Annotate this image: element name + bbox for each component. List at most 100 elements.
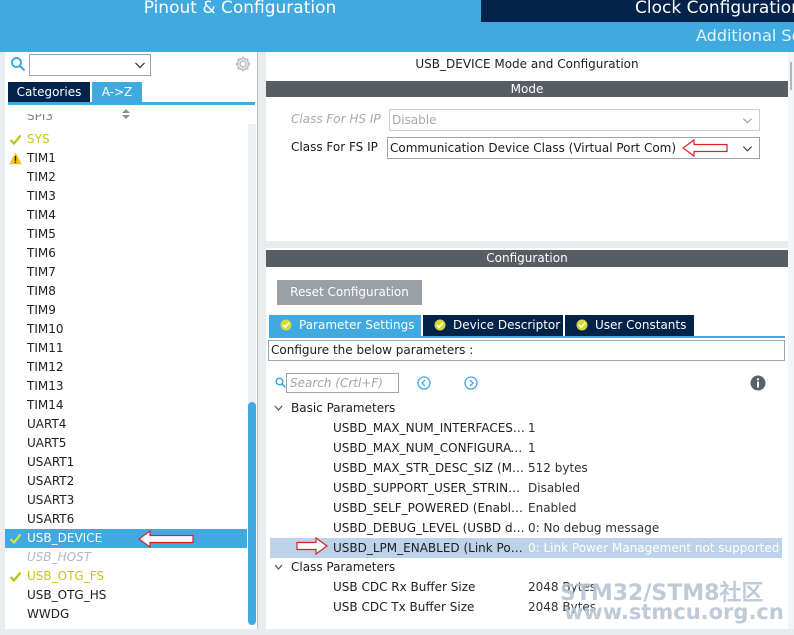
tab-user-constants[interactable]: User Constants — [565, 315, 694, 336]
mode-section-bar: Mode — [266, 81, 788, 97]
peripheral-item[interactable]: TIM13 — [5, 377, 247, 396]
parameter-group[interactable]: Class Parameters — [274, 558, 395, 576]
scroll-indicator-icon[interactable] — [789, 62, 793, 90]
chevron-down-icon[interactable] — [742, 143, 753, 154]
tab-pinout-configuration[interactable]: Pinout & Configuration — [0, 0, 480, 22]
peripheral-label: TIM7 — [27, 265, 56, 279]
check-icon — [9, 571, 22, 583]
fs-ip-label: Class For FS IP — [291, 140, 378, 154]
parameter-row[interactable]: USBD_MAX_STR_DESC_SIZ (Maximum size for … — [270, 458, 782, 478]
parameter-value[interactable]: 1 — [528, 438, 536, 458]
peripheral-item[interactable]: TIM11 — [5, 339, 247, 358]
clipped-list-item: SPI3 — [27, 114, 54, 122]
peripheral-item[interactable]: USART3 — [5, 491, 247, 510]
tab-label: User Constants — [595, 318, 687, 332]
peripheral-item[interactable]: TIM6 — [5, 244, 247, 263]
annotation-arrow-icon — [296, 537, 328, 555]
parameter-row[interactable]: USBD_MAX_NUM_CONFIGURATION (Maximum numb… — [270, 438, 782, 458]
right-scrollbar-track[interactable] — [788, 52, 794, 629]
watermark: STM32/STM8社区 www.stmcu.org.cn — [560, 575, 788, 627]
hs-ip-select[interactable]: Disable — [389, 109, 760, 131]
peripheral-item[interactable]: TIM7 — [5, 263, 247, 282]
tab-a-to-z[interactable]: A->Z — [92, 82, 142, 102]
parameter-row[interactable]: USBD_LPM_ENABLED (Link Power Management)… — [270, 538, 782, 558]
parameter-group[interactable]: Basic Parameters — [274, 399, 395, 417]
parameter-group-label: Class Parameters — [291, 560, 396, 574]
parameter-row[interactable]: USBD_MAX_NUM_INTERFACES (Maximum number … — [270, 418, 782, 438]
parameter-row[interactable]: USBD_SELF_POWERED (Enabled self power)En… — [270, 498, 782, 518]
fs-ip-value: Communication Device Class (Virtual Port… — [390, 141, 677, 155]
tab-categories[interactable]: Categories — [8, 82, 90, 102]
peripheral-search-combo[interactable] — [29, 54, 151, 76]
gear-icon[interactable] — [234, 55, 252, 73]
peripheral-item[interactable]: USB_HOST — [5, 548, 247, 567]
peripheral-item[interactable]: WWDG — [5, 605, 247, 624]
search-icon — [275, 377, 286, 388]
tab-parameter-settings[interactable]: Parameter Settings — [269, 315, 421, 336]
peripheral-label: TIM8 — [27, 284, 56, 298]
peripheral-item[interactable]: TIM2 — [5, 168, 247, 187]
peripheral-label: TIM13 — [27, 379, 64, 393]
parameter-row[interactable]: USBD_DEBUG_LEVEL (USBD debug level)0: No… — [270, 518, 782, 538]
peripheral-item[interactable]: USART1 — [5, 453, 247, 472]
peripheral-label: TIM2 — [27, 170, 56, 184]
peripheral-label: UART5 — [27, 436, 67, 450]
tab-clock-configuration[interactable]: Clock Configuration — [481, 0, 794, 22]
peripheral-item[interactable]: TIM4 — [5, 206, 247, 225]
parameter-value[interactable]: 0: Link Power Management not supported — [528, 538, 779, 558]
search-icon[interactable] — [10, 56, 26, 72]
chevron-down-icon[interactable] — [742, 115, 753, 126]
peripheral-item[interactable]: USB_OTG_HS — [5, 586, 247, 605]
tab-additional-software[interactable]: Additional Sof — [696, 26, 794, 45]
check-circle-icon — [280, 319, 292, 331]
peripheral-label: TIM1 — [27, 151, 56, 165]
parameter-name: USB CDC Rx Buffer Size — [333, 580, 476, 594]
peripheral-item[interactable]: USB_OTG_FS — [5, 567, 247, 586]
parameter-value[interactable]: 1 — [528, 418, 536, 438]
peripheral-label: SYS — [27, 132, 50, 146]
reset-configuration-button[interactable]: Reset Configuration — [277, 280, 422, 305]
parameter-name: USB CDC Tx Buffer Size — [333, 600, 475, 614]
tab-device-descriptor[interactable]: Device Descriptor — [423, 315, 563, 336]
sort-arrows-icon[interactable] — [121, 108, 131, 120]
list-scrollbar-thumb[interactable] — [248, 402, 256, 625]
parameter-name: USBD_DEBUG_LEVEL (USBD debug level) — [333, 521, 525, 535]
peripheral-item[interactable]: TIM3 — [5, 187, 247, 206]
peripheral-item[interactable]: TIM12 — [5, 358, 247, 377]
peripheral-item[interactable]: TIM14 — [5, 396, 247, 415]
tab-label: Parameter Settings — [299, 318, 415, 332]
peripheral-item[interactable]: TIM10 — [5, 320, 247, 339]
peripheral-item[interactable]: USB_DEVICE — [5, 529, 247, 548]
peripheral-item[interactable]: USART2 — [5, 472, 247, 491]
chevron-down-icon[interactable] — [274, 563, 283, 571]
top-header: Pinout & Configuration Clock Configurati… — [0, 0, 794, 52]
peripheral-label: TIM9 — [27, 303, 56, 317]
left-search-row — [5, 52, 258, 80]
peripheral-item[interactable]: TIM8 — [5, 282, 247, 301]
peripheral-label: TIM11 — [27, 341, 64, 355]
previous-result-icon[interactable] — [417, 376, 431, 390]
chevron-down-icon[interactable] — [134, 59, 146, 71]
peripheral-item[interactable]: UART4 — [5, 415, 247, 434]
parameter-search-input[interactable]: Search (Crtl+F) — [286, 373, 399, 393]
peripheral-item[interactable]: USART6 — [5, 510, 247, 529]
chevron-down-icon[interactable] — [274, 404, 283, 412]
peripheral-item[interactable]: UART5 — [5, 434, 247, 453]
peripheral-label: USART1 — [27, 455, 75, 469]
parameter-row[interactable]: USBD_SUPPORT_USER_STRING (Enable user st… — [270, 478, 782, 498]
peripheral-label: TIM5 — [27, 227, 56, 241]
peripheral-item[interactable]: TIM5 — [5, 225, 247, 244]
peripheral-label: TIM10 — [27, 322, 64, 336]
peripheral-item[interactable]: TIM1 — [5, 149, 247, 168]
parameter-value[interactable]: 512 bytes — [528, 458, 588, 478]
parameter-value[interactable]: Enabled — [528, 498, 577, 518]
check-circle-icon — [434, 319, 446, 331]
peripheral-label: USART3 — [27, 493, 75, 507]
info-icon[interactable] — [750, 375, 766, 391]
peripheral-item[interactable]: SYS — [5, 130, 247, 149]
next-result-icon[interactable] — [464, 376, 478, 390]
parameter-value[interactable]: 0: No debug message — [528, 518, 659, 538]
parameter-value[interactable]: Disabled — [528, 478, 580, 498]
warning-icon — [9, 152, 22, 165]
peripheral-item[interactable]: TIM9 — [5, 301, 247, 320]
